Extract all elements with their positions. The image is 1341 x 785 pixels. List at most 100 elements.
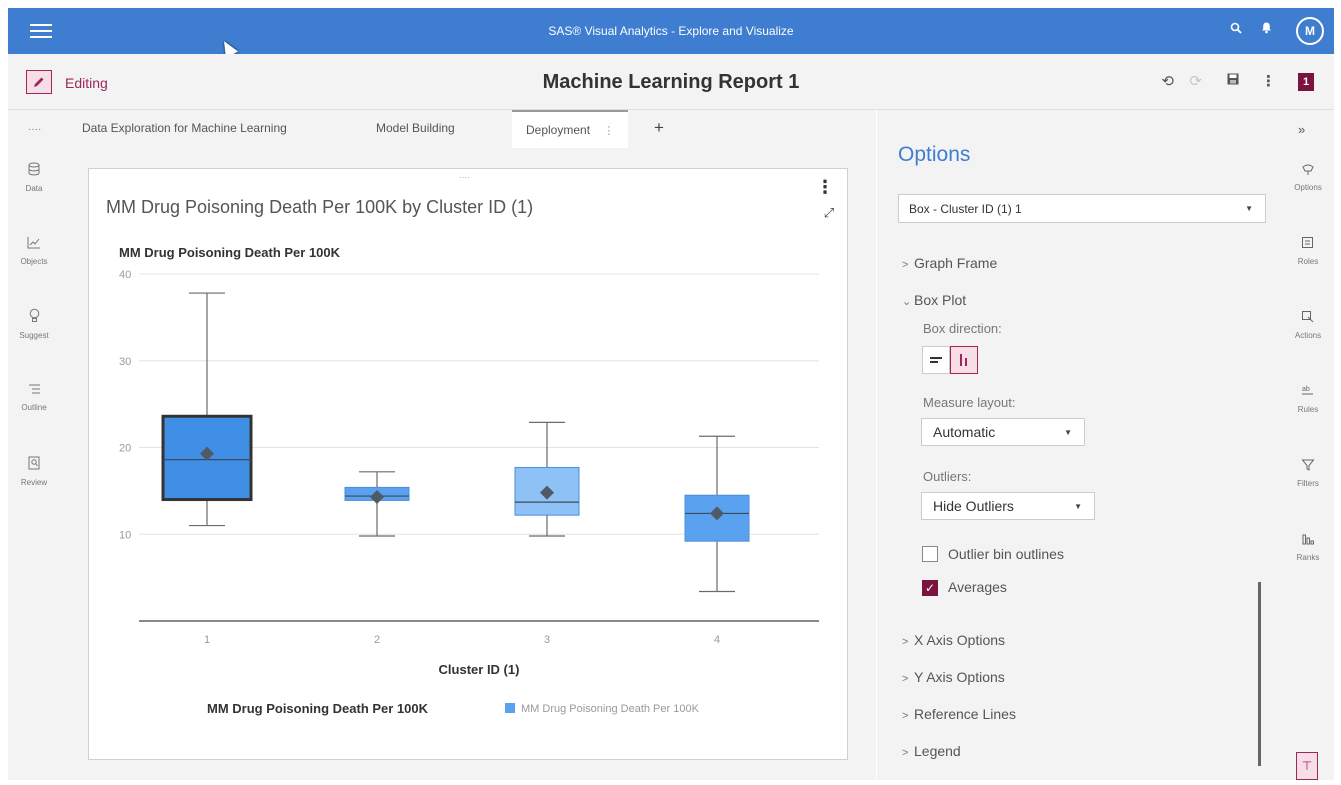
x-tick-label: 4 (714, 634, 720, 646)
outlier-bin-outlines-checkbox[interactable] (922, 546, 938, 562)
options-title: Options (898, 143, 971, 166)
section-reference-lines-label: Reference Lines (914, 706, 1016, 722)
section-y-axis[interactable]: > Y Axis Options (902, 669, 1005, 685)
section-x-axis-label: X Axis Options (914, 632, 1006, 648)
object-selector[interactable]: Box - Cluster ID (1) 1 ▼ (898, 194, 1266, 223)
object-selector-value: Box - Cluster ID (1) 1 (909, 202, 1022, 216)
vertical-direction-button[interactable] (950, 346, 978, 374)
rail-ranks[interactable]: Ranks (1282, 532, 1334, 562)
filter-icon (1282, 458, 1334, 475)
section-graph-frame[interactable]: > Graph Frame (902, 255, 997, 271)
tool-objects-label: Objects (20, 257, 48, 266)
list-icon (8, 382, 60, 399)
tool-objects[interactable]: Objects (8, 236, 60, 266)
rail-options[interactable]: Options (1282, 162, 1334, 192)
more-options-icon[interactable]: ⋮ (1261, 72, 1276, 90)
tool-suggest-label: Suggest (19, 331, 49, 340)
section-reference-lines[interactable]: > Reference Lines (902, 706, 1016, 722)
tool-data[interactable]: Data (8, 162, 60, 193)
tool-outline-label: Outline (21, 403, 47, 412)
rail-rules-label: Rules (1297, 405, 1319, 414)
actions-icon (1282, 310, 1334, 327)
chevron-right-icon: > (902, 636, 909, 648)
outlier-bin-outlines-label: Outlier bin outlines (948, 546, 1064, 562)
rail-filters[interactable]: Filters (1282, 458, 1334, 488)
measure-layout-select[interactable]: Automatic ▼ (921, 418, 1085, 446)
roles-icon (1282, 236, 1334, 253)
app-title: SAS® Visual Analytics - Explore and Visu… (548, 24, 794, 38)
legend-entry: MM Drug Poisoning Death Per 100K (521, 703, 700, 715)
add-page-icon[interactable]: + (654, 118, 664, 138)
left-tool-rail: ···· Data Objects Suggest Outline Review (8, 110, 60, 780)
tab-deployment-label: Deployment (526, 123, 591, 137)
tab-deployment[interactable]: Deployment ⋮ (512, 110, 629, 148)
page-tabs: Data Exploration for Machine Learning Mo… (60, 110, 876, 148)
rail-ranks-label: Ranks (1296, 553, 1320, 562)
outliers-label: Outliers: (923, 469, 972, 484)
undo-icon[interactable]: ⟲ (1161, 72, 1174, 90)
chevron-down-icon: ⌄ (902, 296, 912, 308)
rail-rules[interactable]: ab Rules (1282, 384, 1334, 414)
tool-data-label: Data (25, 184, 43, 193)
box-direction-label: Box direction: (923, 321, 1002, 336)
chevron-right-icon: > (902, 673, 909, 685)
collapse-pane-icon[interactable]: » (1298, 122, 1305, 137)
y-tick-label: 30 (119, 356, 131, 368)
report-title: Machine Learning Report 1 (542, 71, 800, 93)
y-tick-label: 40 (119, 269, 131, 281)
search-icon[interactable] (1226, 20, 1246, 40)
box-direction-toggle (922, 346, 978, 374)
rail-roles[interactable]: Roles (1282, 236, 1334, 266)
chart-icon (8, 236, 60, 253)
x-tick-label: 1 (204, 634, 210, 646)
legend-swatch (505, 703, 515, 713)
tool-outline[interactable]: Outline (8, 382, 60, 412)
options-pane: Options Box - Cluster ID (1) 1 ▼ > Graph … (877, 110, 1282, 780)
horizontal-direction-button[interactable] (922, 346, 950, 374)
section-y-axis-label: Y Axis Options (914, 669, 1005, 685)
x-tick-label: 2 (374, 634, 380, 646)
section-box-plot[interactable]: ⌄ Box Plot (902, 292, 966, 308)
report-toolbar: Editing Machine Learning Report 1 ⟲ ⟳ ⋮ … (8, 54, 1334, 110)
page-badge[interactable]: 1 (1298, 73, 1314, 91)
tool-suggest[interactable]: Suggest (8, 308, 60, 340)
right-rail: » Options Roles Actions ab Rules Filters… (1282, 110, 1334, 780)
save-icon[interactable] (1226, 72, 1240, 90)
ranks-icon (1282, 532, 1334, 549)
measure-layout-value: Automatic (933, 424, 996, 440)
left-rail-grip[interactable]: ···· (28, 124, 41, 135)
rail-actions-label: Actions (1294, 331, 1322, 340)
rail-roles-label: Roles (1297, 257, 1319, 266)
redo-icon[interactable]: ⟳ (1189, 72, 1202, 90)
rail-actions[interactable]: Actions (1282, 310, 1334, 340)
options-scrollbar[interactable] (1258, 582, 1261, 766)
tab-data-exploration[interactable]: Data Exploration for Machine Learning (82, 121, 287, 135)
section-box-plot-label: Box Plot (914, 292, 967, 308)
x-axis-title: Cluster ID (1) (439, 662, 520, 677)
chevron-down-icon: ▼ (1064, 428, 1072, 437)
section-x-axis[interactable]: > X Axis Options (902, 632, 1005, 648)
box-plot-chart: MM Drug Poisoning Death Per 100K 10 20 30 40… (119, 245, 819, 716)
tab-model-building[interactable]: Model Building (376, 121, 455, 135)
averages-checkbox[interactable]: ✓ (922, 580, 938, 596)
box-plot-object[interactable]: ···· MM Drug Poisoning Death Per 100K by… (88, 168, 848, 760)
y-axis-title: MM Drug Poisoning Death Per 100K (119, 245, 341, 260)
outliers-select[interactable]: Hide Outliers ▼ (921, 492, 1095, 520)
notifications-icon[interactable] (1256, 20, 1276, 40)
section-legend[interactable]: > Legend (902, 743, 961, 759)
chevron-right-icon: > (902, 259, 909, 271)
review-icon (8, 456, 60, 474)
y-tick-label: 10 (119, 529, 131, 541)
chevron-right-icon: > (902, 710, 909, 722)
legend-title: MM Drug Poisoning Death Per 100K (207, 701, 429, 716)
tool-review[interactable]: Review (8, 456, 60, 487)
x-tick-label: 3 (544, 634, 550, 646)
outliers-value: Hide Outliers (933, 498, 1014, 514)
user-avatar[interactable]: M (1296, 17, 1324, 45)
rules-icon: ab (1282, 384, 1334, 401)
chevron-down-icon: ▼ (1245, 204, 1253, 213)
app-header: SAS® Visual Analytics - Explore and Visu… (8, 8, 1334, 54)
rail-filters-label: Filters (1297, 479, 1319, 488)
tab-menu-icon[interactable]: ⋮ (603, 125, 614, 137)
pin-pane-icon[interactable]: ⊤ (1296, 752, 1318, 780)
